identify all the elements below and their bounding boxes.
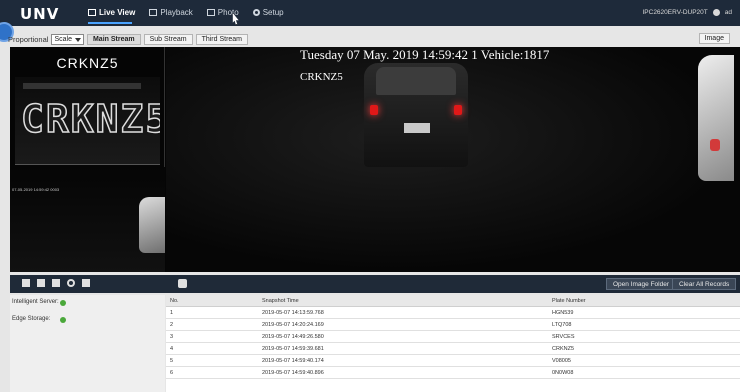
scale-select[interactable]: Scale [51,34,84,45]
image-button[interactable]: Image [698,33,730,44]
monitor-icon [88,9,96,16]
open-image-folder-button[interactable]: Open Image Folder [606,278,677,290]
row-plate: SRVCES [552,334,575,340]
nav-playback[interactable]: Playback [149,8,193,17]
row-time: 2019-05-07 14:59:39.681 [262,346,324,352]
gear-icon [252,9,260,16]
fullscreen-icon[interactable] [82,279,90,287]
table-row[interactable]: 3 2019-05-07 14:49:26.580 SRVCES [166,331,740,343]
snapshot-scene: 07-05-2019 14:59:42 0003 [10,167,165,272]
main-stream-button[interactable]: Main Stream [86,34,141,45]
nav-setup[interactable]: Setup [252,8,284,17]
row-plate: 0N0W08 [552,370,574,376]
status-panel: Intelligent Server: Edge Storage: [10,295,165,392]
playback-icon [149,9,158,16]
parked-vehicle-light [710,139,720,151]
snapshot-timestamp: 07-05-2019 14:59:42 0003 [12,187,60,192]
main-video-pane[interactable]: Tuesday 07 May. 2019 14:59:42 1 Vehicle:… [166,47,740,272]
nav-live-view[interactable]: Live View [88,8,135,17]
nav-photo-label: Photo [217,8,239,17]
plate-closeup-text: CRKNZ5 [20,96,160,142]
snapshot-pane: CRKNZ5 CRKNZ5 07-05-2019 14:59:42 0003 [10,47,165,272]
table-row[interactable]: 4 2019-05-07 14:59:39.681 CRKNZ5 [166,343,740,355]
vehicle-window [376,67,456,95]
device-name: IPC2620ERV-DUP20T [642,9,708,16]
row-no: 5 [170,358,174,364]
edge-storage-status-icon [60,317,66,323]
nav-setup-label: Setup [262,8,284,17]
header-plate-number[interactable]: Plate Number [552,298,586,304]
image-icon [206,9,215,16]
nav-live-view-label: Live View [99,8,136,17]
top-bar: UNV Live View Playback Photo Setup IPC26… [0,0,740,26]
main-nav: Live View Playback Photo Setup [88,8,284,17]
user-icon[interactable] [712,9,720,16]
header-no[interactable]: No. [170,298,179,304]
brand-logo: UNV [20,5,60,23]
tail-light-left [370,105,378,115]
header-snapshot-time[interactable]: Snapshot Time [262,298,299,304]
row-plate: V08005 [552,358,571,364]
scale-select-value: Scale [54,36,72,43]
table-row[interactable]: 1 2019-05-07 14:13:59.768 HGN539 [166,307,740,319]
parked-vehicle [698,55,734,181]
row-no: 3 [170,334,174,340]
row-time: 2019-05-07 14:13:59.768 [262,310,324,316]
table-row[interactable]: 5 2019-05-07 14:59:40.174 V08005 [166,355,740,367]
nav-playback-label: Playback [160,8,193,17]
user-name[interactable]: ad [725,9,732,16]
active-nav-indicator [88,22,132,24]
third-stream-button[interactable]: Third Stream [195,34,249,45]
vehicle-plate [404,123,430,133]
snapshot-plate-text: CRKNZ5 [56,55,119,71]
row-time: 2019-05-07 14:49:26.580 [262,334,324,340]
scale-label: Proportional [8,35,49,44]
sub-stream-button[interactable]: Sub Stream [143,34,193,45]
snapshot-icon[interactable] [37,279,45,287]
row-no: 4 [170,346,174,352]
row-plate: HGN539 [552,310,574,316]
playback-controls [22,279,90,287]
row-plate: LTQ708 [552,322,572,328]
snapshot-table: No. Snapshot Time Plate Number 1 2019-05… [166,295,740,392]
camera-icon[interactable] [178,279,187,288]
edge-storage-label: Edge Storage: [12,316,51,322]
clear-all-records-button[interactable]: Clear All Records [672,278,737,290]
row-plate: CRKNZ5 [552,346,575,352]
live-controls-bar: Open Image Folder Clear All Records [10,275,740,293]
tail-light-right [454,105,462,115]
table-header: No. Snapshot Time Plate Number [166,295,740,307]
osd-plate: CRKNZ5 [300,71,343,83]
plate-closeup: CRKNZ5 [15,77,160,165]
device-info: IPC2620ERV-DUP20T ad [642,9,732,16]
snapshot-vehicle [139,197,165,253]
table-row[interactable]: 6 2019-05-07 14:59:40.896 0N0W08 [166,367,740,379]
stream-toolbar: Proportional Scale Main Stream Sub Strea… [8,33,740,46]
intelligent-server-status-icon [60,300,66,306]
row-no: 6 [170,370,174,376]
audio-icon[interactable] [67,279,75,287]
intelligent-server-label: Intelligent Server: [12,299,59,305]
table-row[interactable]: 2 2019-05-07 14:20:24.169 LTQ708 [166,319,740,331]
record-icon[interactable] [52,279,60,287]
chevron-down-icon [74,37,81,42]
stop-icon[interactable] [22,279,30,287]
live-video[interactable]: CRKNZ5 CRKNZ5 07-05-2019 14:59:42 0003 T… [10,47,740,272]
row-time: 2019-05-07 14:20:24.169 [262,322,324,328]
row-time: 2019-05-07 14:59:40.174 [262,358,324,364]
plate-top-strip [23,83,141,89]
row-no: 2 [170,322,174,328]
osd-overlay: Tuesday 07 May. 2019 14:59:42 1 Vehicle:… [300,47,550,62]
row-no: 1 [170,310,174,316]
vehicle-rear [364,63,468,167]
row-time: 2019-05-07 14:59:40.896 [262,370,324,376]
